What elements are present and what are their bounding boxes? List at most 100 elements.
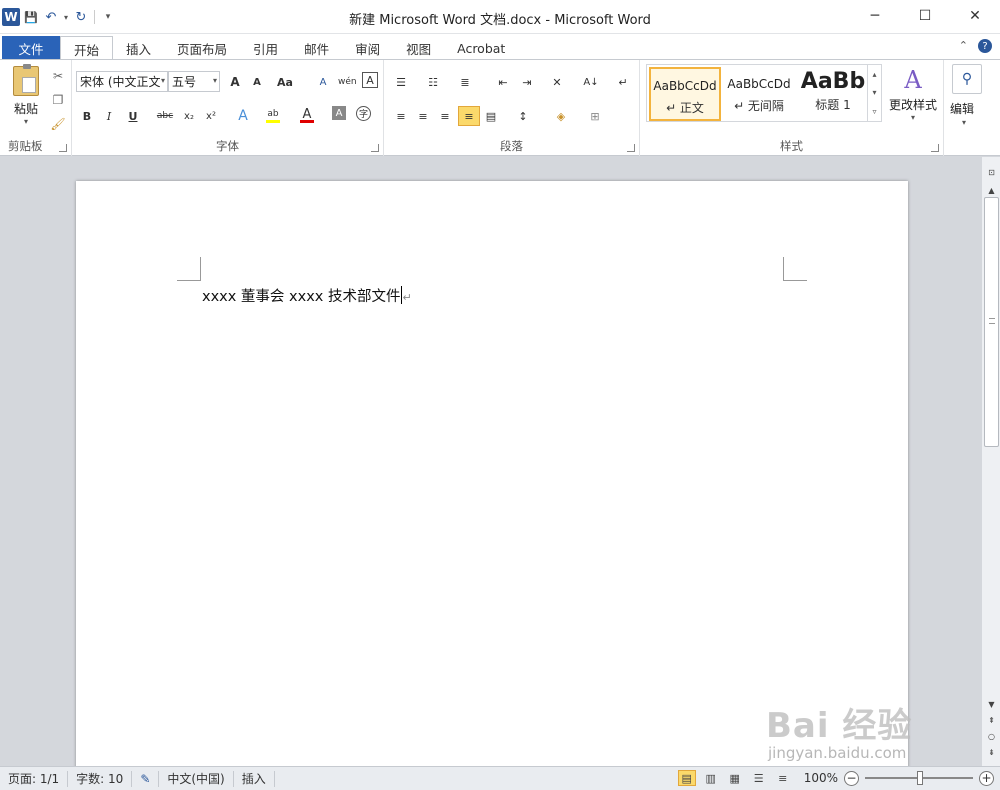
word-count[interactable]: 字数: 10 bbox=[68, 770, 133, 787]
style-no-spacing[interactable]: AaBbCcDd ↵ 无间隔 bbox=[723, 67, 795, 121]
document-page[interactable]: xxxx 董事会 xxxx 技术部文件 ↵ bbox=[76, 181, 908, 766]
highlight-color-bar bbox=[266, 120, 280, 123]
tab-mailings[interactable]: 邮件 bbox=[291, 36, 342, 60]
chevron-down-icon: ▾ bbox=[962, 118, 967, 127]
character-border-button[interactable]: A bbox=[362, 72, 378, 88]
next-page-icon[interactable]: ⇟ bbox=[984, 745, 999, 759]
style-heading-1[interactable]: AaBb 标题 1 bbox=[797, 67, 869, 121]
maximize-button[interactable]: ☐ bbox=[900, 0, 950, 32]
scroll-down-icon[interactable]: ▼ bbox=[984, 697, 999, 711]
italic-button[interactable]: I bbox=[100, 106, 118, 126]
tab-insert[interactable]: 插入 bbox=[113, 36, 164, 60]
chevron-down-icon[interactable]: ▾ bbox=[872, 88, 876, 97]
document-body-text[interactable]: xxxx 董事会 xxxx 技术部文件 ↵ bbox=[202, 285, 412, 306]
editing-button[interactable]: 编辑 bbox=[950, 100, 974, 117]
sort-button[interactable]: A↓ bbox=[582, 72, 600, 92]
increase-indent-icon[interactable]: ⇥ bbox=[518, 72, 536, 92]
multilevel-list-icon[interactable]: ≣ bbox=[456, 72, 474, 92]
line-spacing-icon[interactable]: ↕ bbox=[514, 106, 532, 126]
subscript-button[interactable]: x₂ bbox=[180, 106, 198, 126]
clear-format-button[interactable]: A bbox=[314, 72, 332, 92]
document-area[interactable]: xxxx 董事会 xxxx 技术部文件 ↵ bbox=[0, 157, 981, 766]
enclose-characters-button[interactable]: 字 bbox=[356, 106, 371, 121]
text-effects-icon[interactable]: A bbox=[234, 106, 252, 126]
vertical-scrollbar[interactable]: ⊡ ▲ ▼ ⇞ ○ ⇟ bbox=[981, 157, 1000, 766]
help-icon[interactable]: ? bbox=[978, 39, 992, 53]
zoom-out-button[interactable]: − bbox=[844, 770, 859, 786]
zoom-in-button[interactable]: + bbox=[979, 770, 994, 786]
tab-home[interactable]: 开始 bbox=[60, 36, 114, 61]
chevron-down-icon: ▾ bbox=[23, 117, 28, 126]
shrink-font-button[interactable]: A bbox=[248, 72, 266, 92]
full-screen-reading-icon[interactable]: ▥ bbox=[702, 770, 720, 786]
paragraph-text[interactable]: xxxx 董事会 xxxx 技术部文件 bbox=[202, 289, 400, 305]
tab-page-layout[interactable]: 页面布局 bbox=[164, 36, 240, 60]
close-button[interactable]: ✕ bbox=[950, 0, 1000, 32]
proofing-icon[interactable]: ✎ bbox=[132, 770, 160, 787]
chinese-layout-icon[interactable]: ✕ bbox=[548, 72, 566, 92]
scrollbar-thumb[interactable] bbox=[984, 197, 999, 447]
decrease-indent-icon[interactable]: ⇤ bbox=[494, 72, 512, 92]
tab-acrobat[interactable]: Acrobat bbox=[444, 36, 518, 60]
distributed-icon[interactable]: ▤ bbox=[482, 106, 500, 126]
draft-view-icon[interactable]: ≡ bbox=[774, 770, 792, 786]
more-styles-icon[interactable]: ▿ bbox=[872, 107, 876, 116]
bullets-icon[interactable]: ☰ bbox=[392, 72, 410, 92]
tab-view[interactable]: 视图 bbox=[393, 36, 444, 60]
strikethrough-button[interactable]: abc bbox=[156, 106, 174, 126]
borders-icon[interactable]: ⊞ bbox=[586, 106, 604, 126]
paragraph-dialog-launcher[interactable] bbox=[627, 144, 635, 152]
format-painter-icon[interactable]: 🖌 bbox=[50, 116, 66, 132]
numbering-icon[interactable]: ☷ bbox=[424, 72, 442, 92]
select-browse-object-icon[interactable]: ○ bbox=[984, 729, 999, 743]
zoom-level[interactable]: 100% bbox=[804, 771, 838, 785]
superscript-button[interactable]: x² bbox=[202, 106, 220, 126]
page-indicator[interactable]: 页面: 1/1 bbox=[0, 770, 69, 787]
tab-review[interactable]: 审阅 bbox=[342, 36, 393, 60]
font-color-button[interactable]: A bbox=[298, 104, 316, 124]
underline-button[interactable]: U bbox=[124, 106, 142, 126]
shading-icon[interactable]: ◈ bbox=[552, 106, 570, 126]
clipboard-dialog-launcher[interactable] bbox=[59, 144, 67, 152]
text-highlight-button[interactable]: ab bbox=[264, 104, 282, 124]
style-normal[interactable]: AaBbCcDd ↵ 正文 bbox=[649, 67, 721, 121]
paste-button[interactable]: 粘贴 ▾ bbox=[8, 64, 44, 126]
styles-dialog-launcher[interactable] bbox=[931, 144, 939, 152]
web-layout-icon[interactable]: ▦ bbox=[726, 770, 744, 786]
minimize-ribbon-icon[interactable]: ⌃ bbox=[959, 39, 968, 53]
grow-font-button[interactable]: A bbox=[226, 72, 244, 92]
zoom-slider[interactable] bbox=[865, 770, 973, 786]
change-styles-button[interactable]: A 更改样式 ▾ bbox=[886, 66, 940, 122]
minimize-button[interactable]: ─ bbox=[850, 0, 900, 32]
language-indicator[interactable]: 中文(中国) bbox=[159, 770, 234, 787]
cut-icon[interactable]: ✂ bbox=[50, 68, 66, 84]
bold-button[interactable]: B bbox=[78, 106, 96, 126]
copy-icon[interactable]: ❐ bbox=[50, 92, 66, 108]
align-center-icon[interactable]: ≡ bbox=[414, 106, 432, 126]
previous-page-icon[interactable]: ⇞ bbox=[984, 713, 999, 727]
align-right-icon[interactable]: ≡ bbox=[436, 106, 454, 126]
scroll-up-icon[interactable]: ▲ bbox=[984, 183, 999, 197]
outline-view-icon[interactable]: ☰ bbox=[750, 770, 768, 786]
tab-references[interactable]: 引用 bbox=[240, 36, 291, 60]
ruler-toggle-icon[interactable]: ⊡ bbox=[984, 165, 999, 179]
styles-gallery: AaBbCcDd ↵ 正文 AaBbCcDd ↵ 无间隔 AaBb 标题 1 ▴… bbox=[646, 64, 882, 122]
font-name-combo[interactable]: 宋体 (中文正文 ▾ bbox=[76, 71, 168, 92]
styles-scroll[interactable]: ▴ ▾ ▿ bbox=[867, 65, 881, 121]
show-marks-button[interactable]: ↵ bbox=[614, 72, 632, 92]
print-layout-view-icon[interactable]: ▤ bbox=[677, 770, 696, 786]
window-controls: ─ ☐ ✕ bbox=[850, 0, 1000, 32]
align-left-icon[interactable]: ≡ bbox=[392, 106, 410, 126]
zoom-thumb[interactable] bbox=[917, 771, 923, 785]
justify-icon[interactable]: ≡ bbox=[458, 106, 480, 126]
tab-file[interactable]: 文件 bbox=[2, 36, 60, 60]
binoculars-icon[interactable]: ⚲ bbox=[952, 64, 982, 94]
character-shading-button[interactable]: A bbox=[332, 106, 346, 120]
chevron-up-icon[interactable]: ▴ bbox=[872, 70, 876, 79]
insert-mode-indicator[interactable]: 插入 bbox=[234, 770, 275, 787]
font-dialog-launcher[interactable] bbox=[371, 144, 379, 152]
change-case-button[interactable]: Aa bbox=[276, 72, 294, 92]
phonetic-guide-button[interactable]: wén bbox=[338, 72, 357, 92]
font-size-combo[interactable]: 五号 ▾ bbox=[168, 71, 220, 92]
chevron-down-icon: ▾ bbox=[212, 76, 217, 85]
